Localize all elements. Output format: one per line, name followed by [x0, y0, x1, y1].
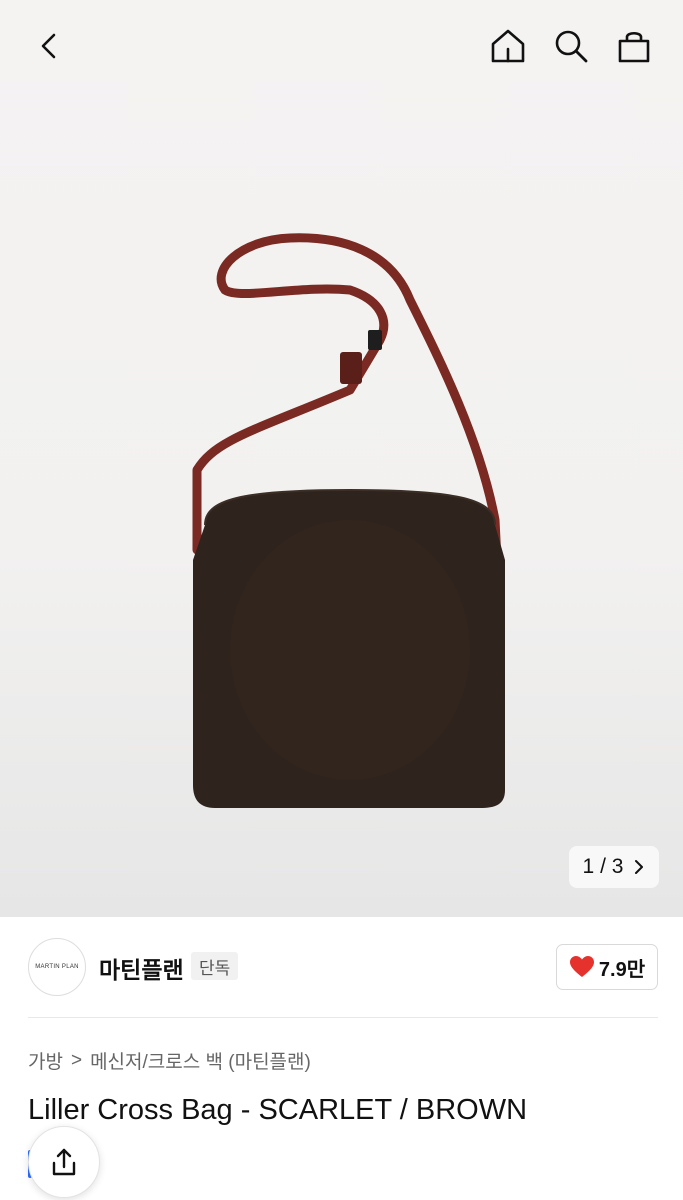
image-counter-text: 1 / 3 [582, 855, 624, 878]
top-navigation-bar [0, 0, 683, 92]
exclusive-badge: 단독 [191, 952, 239, 980]
back-icon [41, 33, 56, 59]
like-button[interactable]: 7.9만 [556, 944, 658, 990]
breadcrumb-separator: > [70, 1049, 83, 1071]
search-button[interactable] [547, 22, 595, 70]
product-title: Liller Cross Bag - SCARLET / BROWN [28, 1094, 528, 1126]
like-count: 7.9만 [598, 958, 646, 981]
breadcrumb-subcategory[interactable]: 메신저/크로스 백 (마틴플랜) [90, 1047, 311, 1074]
product-image-gallery[interactable]: 1 / 3 [0, 0, 683, 917]
share-button[interactable] [28, 1126, 100, 1198]
home-icon [491, 29, 525, 63]
breadcrumb: 가방 > 메신저/크로스 백 (마틴플랜) [28, 1047, 311, 1074]
back-button[interactable] [26, 22, 74, 70]
brand-logo-text: MARTIN PLAN [35, 964, 79, 970]
brand-name[interactable]: 마틴플랜 [99, 951, 184, 985]
share-icon [52, 1148, 76, 1176]
home-button[interactable] [484, 22, 532, 70]
brand-row: MARTIN PLAN 마틴플랜 단독 7.9만 [28, 938, 658, 996]
product-image [192, 233, 505, 808]
chevron-right-icon [635, 860, 644, 874]
image-counter[interactable]: 1 / 3 [569, 846, 659, 888]
cart-button[interactable] [610, 22, 658, 70]
brand-logo[interactable]: MARTIN PLAN [28, 938, 86, 996]
shopping-bag-icon [618, 31, 650, 63]
breadcrumb-category[interactable]: 가방 [28, 1047, 63, 1074]
heart-icon [569, 956, 594, 977]
search-icon [555, 30, 588, 63]
divider [28, 1017, 658, 1018]
